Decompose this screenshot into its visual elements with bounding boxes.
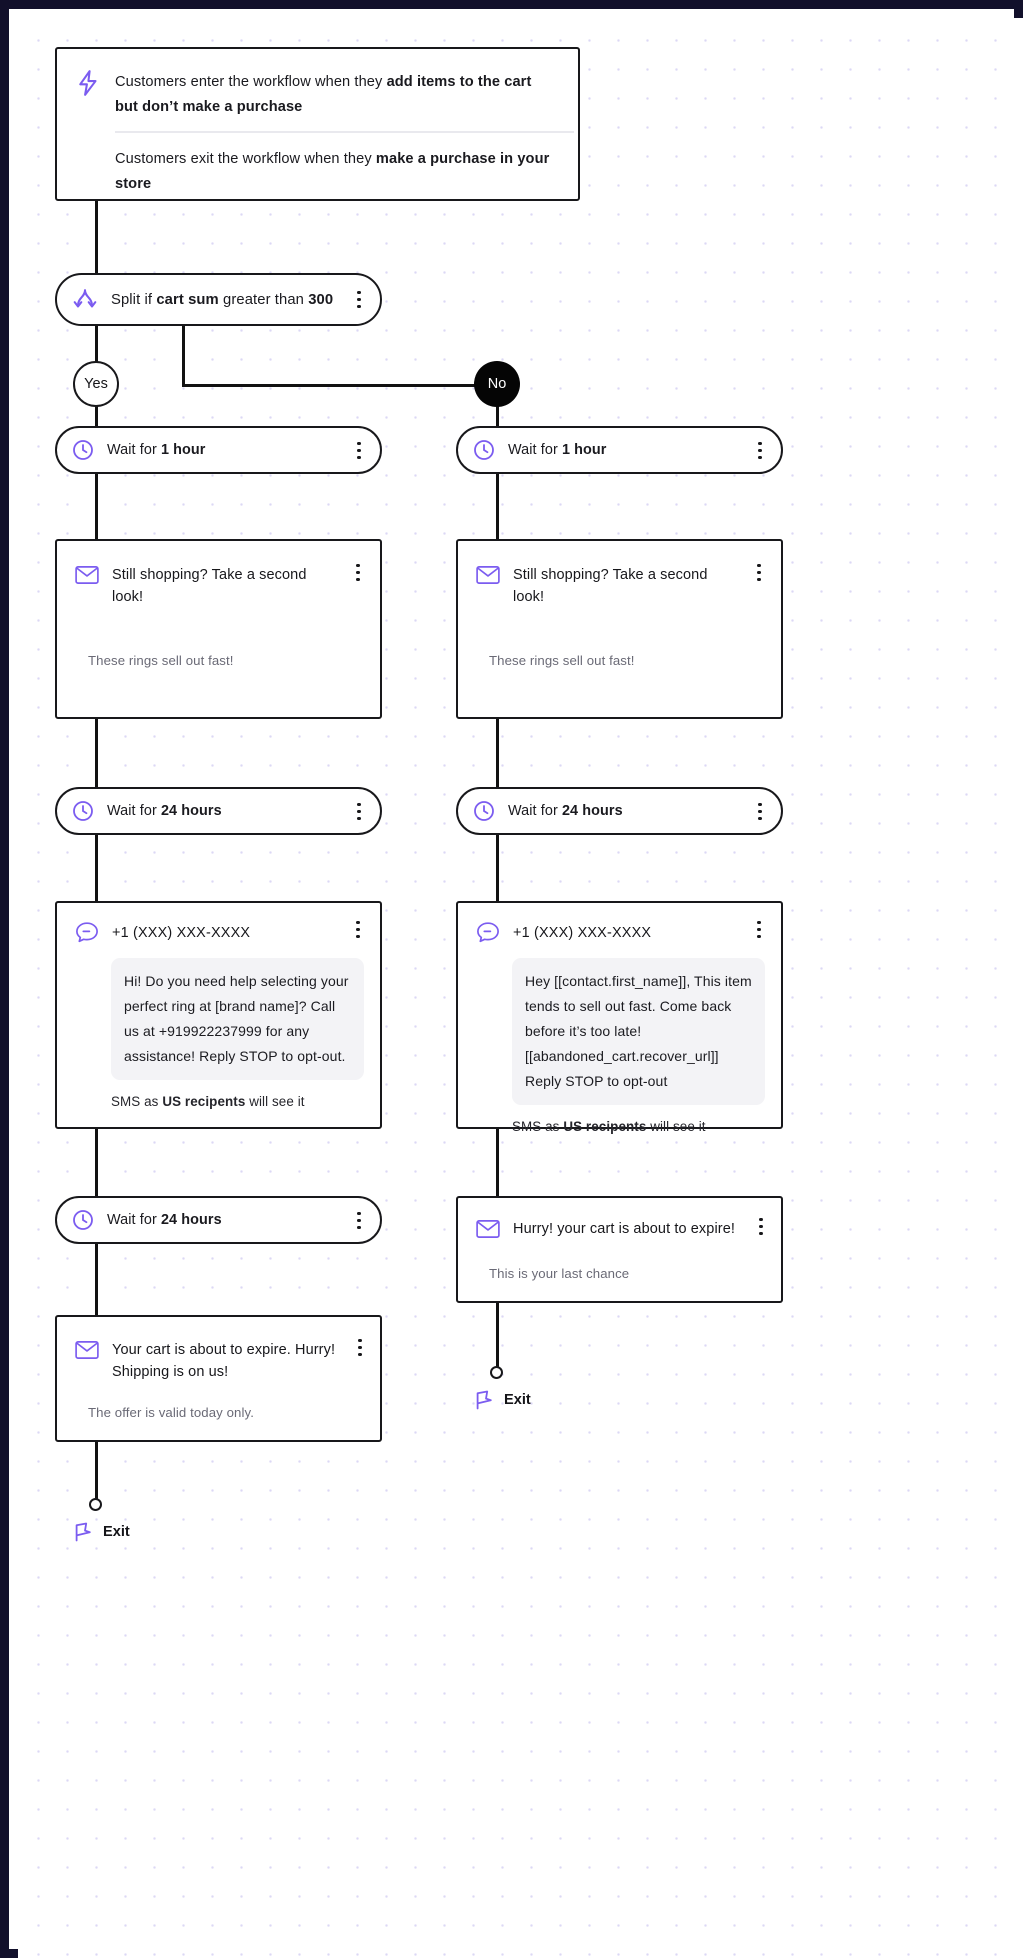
right-sms-kebab-menu[interactable] <box>750 921 768 939</box>
clock-icon <box>472 799 496 823</box>
clock-icon <box>71 438 95 462</box>
connector-right-email1-wait2 <box>496 718 499 788</box>
left-wait-1-kebab-menu[interactable] <box>350 442 368 460</box>
left-exit-node[interactable]: Exit <box>72 1521 130 1543</box>
branch-badge-yes[interactable]: Yes <box>73 361 119 407</box>
left-email-card-2[interactable]: Your cart is about to expire. Hurry! Shi… <box>55 1315 382 1442</box>
envelope-icon <box>476 565 500 585</box>
workflow-frame: Customers enter the workflow when they a… <box>0 0 1023 1958</box>
connector-trigger-to-split <box>95 192 98 274</box>
right-sms-card[interactable]: +1 (XXX) XXX-XXXX Hey [[contact.first_na… <box>456 901 783 1134</box>
right-exit-node[interactable]: Exit <box>473 1389 531 1411</box>
exit-flag-icon <box>72 1521 94 1543</box>
clock-icon <box>472 438 496 462</box>
right-wait-1-label: Wait for 1 hour <box>508 442 607 458</box>
workflow-canvas[interactable]: Customers enter the workflow when they a… <box>18 18 1023 1958</box>
trigger-divider <box>115 131 574 133</box>
right-email-2-kebab-menu[interactable] <box>752 1218 770 1236</box>
lightning-bolt-icon <box>75 69 101 97</box>
connector-left-email2-exit <box>95 1440 98 1505</box>
connector-left-email1-wait2 <box>95 718 98 788</box>
split-label: Split if cart sum greater than 300 <box>111 291 334 308</box>
connector-left-sms1-wait3 <box>95 1128 98 1196</box>
exit-flag-icon <box>473 1389 495 1411</box>
connector-left-wait3-email2 <box>95 1244 98 1316</box>
left-wait-24-hours-2[interactable]: Wait for 24 hours <box>55 1196 382 1244</box>
right-wait-1-hour[interactable]: Wait for 1 hour <box>456 426 783 474</box>
branch-no-label: No <box>487 376 507 392</box>
right-wait-1-kebab-menu[interactable] <box>751 442 769 460</box>
right-sms-footnote: SMS as US recipents will see it <box>512 1119 706 1134</box>
left-email-2-subject: Your cart is about to expire. Hurry! Shi… <box>112 1342 336 1380</box>
right-email-2-subject: Hurry! your cart is about to expire! <box>513 1221 735 1237</box>
left-wait-24-kebab-2[interactable] <box>350 1212 368 1230</box>
left-wait-24-kebab-1[interactable] <box>350 803 368 821</box>
connector-right-wait1-email1 <box>496 473 499 541</box>
clock-icon <box>71 1208 95 1232</box>
right-email-card-1[interactable]: Still shopping? Take a second look! Thes… <box>456 539 783 719</box>
connector-right-sms1-email2 <box>496 1128 499 1196</box>
envelope-icon <box>75 1340 99 1360</box>
left-email-2-kebab-menu[interactable] <box>351 1339 369 1357</box>
trigger-enter-text: Customers enter the workflow when they a… <box>115 74 532 115</box>
left-email-2-preview: The offer is valid today only. <box>88 1405 254 1420</box>
clock-icon <box>71 799 95 823</box>
left-exit-label: Exit <box>103 1524 130 1540</box>
trigger-card[interactable]: Customers enter the workflow when they a… <box>55 47 580 201</box>
sms-chat-icon <box>476 921 500 944</box>
branch-yes-label: Yes <box>84 376 108 392</box>
envelope-icon <box>75 565 99 585</box>
right-sms-message-bubble: Hey [[contact.first_name]], This item te… <box>512 958 765 1105</box>
right-email-1-subject: Still shopping? Take a second look! <box>513 567 708 605</box>
envelope-icon <box>476 1219 500 1239</box>
right-exit-label: Exit <box>504 1392 531 1408</box>
left-sms-kebab-menu[interactable] <box>349 921 367 939</box>
right-wait-24-kebab-1[interactable] <box>751 803 769 821</box>
connector-left-wait1-email1 <box>95 473 98 541</box>
left-email-1-subject: Still shopping? Take a second look! <box>112 567 307 605</box>
left-sms-card[interactable]: +1 (XXX) XXX-XXXX Hi! Do you need help s… <box>55 901 382 1129</box>
left-wait-24-label-2: Wait for 24 hours <box>107 1212 222 1228</box>
connector-no-horizontal <box>182 384 498 387</box>
split-kebab-menu[interactable] <box>350 291 368 309</box>
connector-right-wait2-sms1 <box>496 835 499 903</box>
left-email-1-preview: These rings sell out fast! <box>88 653 234 668</box>
right-wait-24-label-1: Wait for 24 hours <box>508 803 623 819</box>
right-wait-24-hours-1[interactable]: Wait for 24 hours <box>456 787 783 835</box>
right-email-card-2[interactable]: Hurry! your cart is about to expire! Thi… <box>456 1196 783 1303</box>
split-branch-icon <box>71 287 99 313</box>
connector-left-wait2-sms1 <box>95 835 98 903</box>
right-sms-phone: +1 (XXX) XXX-XXXX <box>513 924 652 941</box>
left-sms-message-bubble: Hi! Do you need help selecting your perf… <box>111 958 364 1080</box>
left-wait-24-hours-1[interactable]: Wait for 24 hours <box>55 787 382 835</box>
right-exit-dot <box>490 1366 503 1379</box>
left-wait-24-label-1: Wait for 24 hours <box>107 803 222 819</box>
trigger-exit-text: Customers exit the workflow when they ma… <box>115 150 550 192</box>
right-email-1-preview: These rings sell out fast! <box>489 653 635 668</box>
branch-badge-no[interactable]: No <box>474 361 520 407</box>
connector-split-to-no-stub <box>182 316 185 384</box>
left-sms-phone: +1 (XXX) XXX-XXXX <box>112 924 251 941</box>
left-wait-1-hour[interactable]: Wait for 1 hour <box>55 426 382 474</box>
left-sms-footnote: SMS as US recipents will see it <box>111 1094 305 1109</box>
left-exit-dot <box>89 1498 102 1511</box>
split-node[interactable]: Split if cart sum greater than 300 <box>55 273 382 326</box>
left-email-1-kebab-menu[interactable] <box>349 564 367 582</box>
sms-chat-icon <box>75 921 99 944</box>
connector-right-email2-exit <box>496 1303 499 1373</box>
left-wait-1-label: Wait for 1 hour <box>107 442 206 458</box>
right-email-1-kebab-menu[interactable] <box>750 564 768 582</box>
left-email-card-1[interactable]: Still shopping? Take a second look! Thes… <box>55 539 382 719</box>
right-email-2-preview: This is your last chance <box>489 1266 630 1281</box>
